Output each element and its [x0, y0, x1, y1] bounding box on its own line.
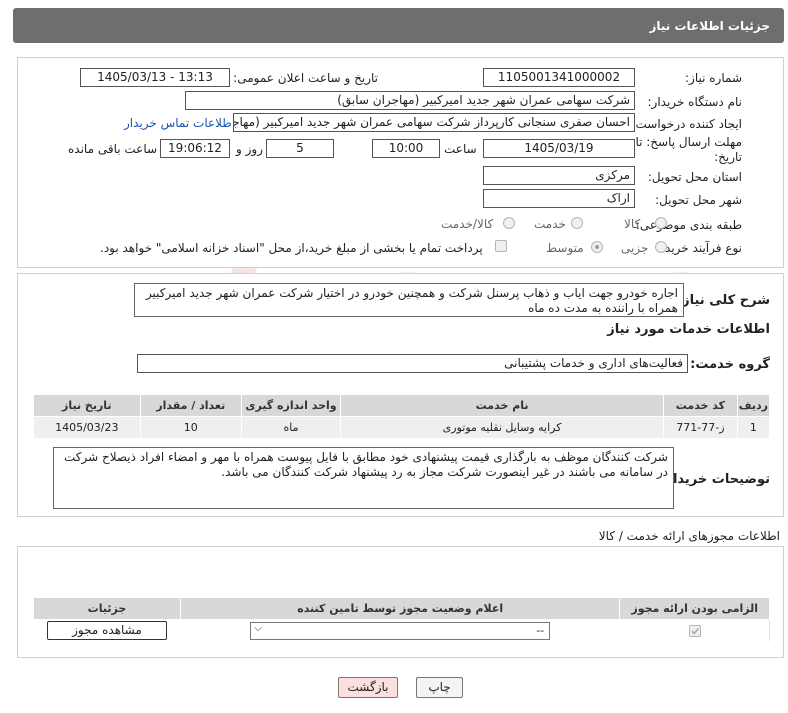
- col-permit-details: جزئیات: [33, 597, 181, 620]
- process-option-minor: جزیی: [621, 241, 649, 255]
- table-row: 1 ز-77-771 کرایه وسایل نقلیه موتوری ماه …: [33, 416, 771, 439]
- permits-section-title: اطلاعات مجوزهای ارائه خدمت / کالا: [598, 529, 780, 543]
- permit-status-select[interactable]: -- ⌵: [250, 621, 551, 640]
- process-radio-minor[interactable]: [655, 241, 667, 253]
- deadline-date-field: 1405/03/19: [483, 139, 635, 158]
- creator-label: ایجاد کننده درخواست:: [631, 117, 742, 131]
- buyer-org-label: نام دستگاه خریدار:: [647, 95, 743, 109]
- province-label: استان محل تحویل:: [647, 170, 742, 184]
- services-table: ردیف کد خدمت نام خدمت واحد اندازه گیری ت…: [33, 394, 771, 439]
- days-label: روز و: [236, 142, 263, 156]
- days-remaining-field: 5: [266, 139, 334, 158]
- buyer-notes-textarea[interactable]: شرکت کنندگان موظف به بارگذاری قیمت پیشنه…: [53, 447, 674, 509]
- print-button[interactable]: چاپ: [416, 677, 463, 698]
- col-need-date: تاریخ نیاز: [33, 394, 141, 417]
- deadline-label-line1: مهلت ارسال پاسخ: تا: [635, 135, 742, 149]
- cell-quantity: 10: [139, 416, 242, 439]
- category-option-goods-service: کالا/خدمت: [441, 217, 494, 231]
- summary-textarea[interactable]: اجاره خودرو جهت ایاب و ذهاب پرسنل شرکت و…: [134, 283, 684, 317]
- col-service-name: نام خدمت: [340, 394, 665, 417]
- category-radio-goods[interactable]: [655, 217, 667, 229]
- permits-table-header: الزامی بودن ارائه مجوز اعلام وضعیت مجوز …: [33, 597, 770, 620]
- services-table-header: ردیف کد خدمت نام خدمت واحد اندازه گیری ت…: [33, 394, 771, 417]
- service-group-field: فعالیت‌های اداری و خدمات پشتیبانی: [137, 354, 688, 373]
- process-label: نوع فرآیند خرید :: [657, 241, 742, 255]
- col-service-code: کد خدمت: [663, 394, 738, 417]
- view-permit-button[interactable]: مشاهده مجوز: [46, 621, 167, 640]
- summary-label: شرح کلی نیاز:: [676, 293, 770, 308]
- buyer-notes-label: توضیحات خریدار:: [660, 472, 770, 487]
- remaining-time-field: 19:06:12: [160, 139, 230, 158]
- cell-service-name: کرایه وسایل نقلیه موتوری: [340, 416, 665, 439]
- cell-row-number: 1: [736, 416, 771, 439]
- col-row-number: ردیف: [736, 394, 771, 417]
- check-icon: [691, 627, 699, 635]
- buyer-org-field: شرکت سهامی عمران شهر جدید امیرکبیر (مهاج…: [185, 91, 635, 110]
- category-radio-service[interactable]: [571, 217, 583, 229]
- contact-buyer-link[interactable]: اطلاعات تماس خریدار: [124, 116, 235, 130]
- province-field: مرکزی: [483, 166, 635, 185]
- creator-field: احسان صفری سنجانی کارپرداز شرکت سهامی عم…: [233, 113, 635, 132]
- payment-note: پرداخت تمام یا بخشی از مبلغ خرید،از محل …: [100, 241, 483, 255]
- back-button[interactable]: بازگشت: [338, 677, 398, 698]
- permit-status-value: --: [536, 623, 545, 637]
- cell-permit-status: -- ⌵: [179, 619, 621, 642]
- need-number-label: شماره نیاز:: [685, 71, 742, 85]
- process-radio-medium[interactable]: [591, 241, 603, 253]
- category-option-goods: کالا: [624, 217, 641, 231]
- cell-need-date: 1405/03/23: [33, 416, 141, 439]
- chevron-down-icon: ⌵: [254, 622, 262, 634]
- announce-label: تاریخ و ساعت اعلان عمومی:: [233, 71, 378, 85]
- cell-permit-required: [619, 619, 770, 642]
- category-label: طبقه بندی موضوعی:: [635, 218, 742, 232]
- table-row: -- ⌵ مشاهده مجوز: [33, 619, 770, 642]
- services-section-title: اطلاعات خدمات مورد نیاز: [607, 322, 770, 337]
- deadline-label-line2: تاریخ:: [714, 150, 742, 164]
- treasury-payment-checkbox[interactable]: [495, 240, 507, 252]
- category-radio-goods-service[interactable]: [503, 217, 515, 229]
- service-group-label: گروه خدمت:: [690, 357, 770, 372]
- process-option-medium: متوسط: [546, 241, 584, 255]
- deadline-time-field: 10:00: [372, 139, 440, 158]
- cell-service-code: ز-77-771: [663, 416, 738, 439]
- cell-permit-details: مشاهده مجوز: [33, 619, 181, 642]
- city-label: شهر محل تحویل:: [655, 193, 742, 207]
- deadline-time-label: ساعت: [444, 142, 477, 156]
- col-quantity: تعداد / مقدار: [139, 394, 242, 417]
- need-number-field: 1105001341000002: [483, 68, 635, 87]
- announce-field: 1405/03/13 - 13:13: [80, 68, 230, 87]
- category-option-service: خدمت: [534, 217, 566, 231]
- col-permit-status: اعلام وضعیت مجوز توسط تامین کننده: [179, 597, 621, 620]
- permits-table: الزامی بودن ارائه مجوز اعلام وضعیت مجوز …: [33, 597, 770, 642]
- city-field: اراک: [483, 189, 635, 208]
- cell-unit: ماه: [240, 416, 342, 439]
- deadline-label: مهلت ارسال پاسخ: تا تاریخ:: [635, 135, 742, 165]
- permit-required-checkbox[interactable]: [688, 625, 701, 637]
- page-title: جزئیات اطلاعات نیاز: [649, 19, 770, 33]
- col-unit: واحد اندازه گیری: [240, 394, 342, 417]
- page-header: جزئیات اطلاعات نیاز: [13, 8, 784, 43]
- col-permit-required: الزامی بودن ارائه مجوز: [619, 597, 770, 620]
- remaining-time-label: ساعت باقی مانده: [68, 142, 158, 156]
